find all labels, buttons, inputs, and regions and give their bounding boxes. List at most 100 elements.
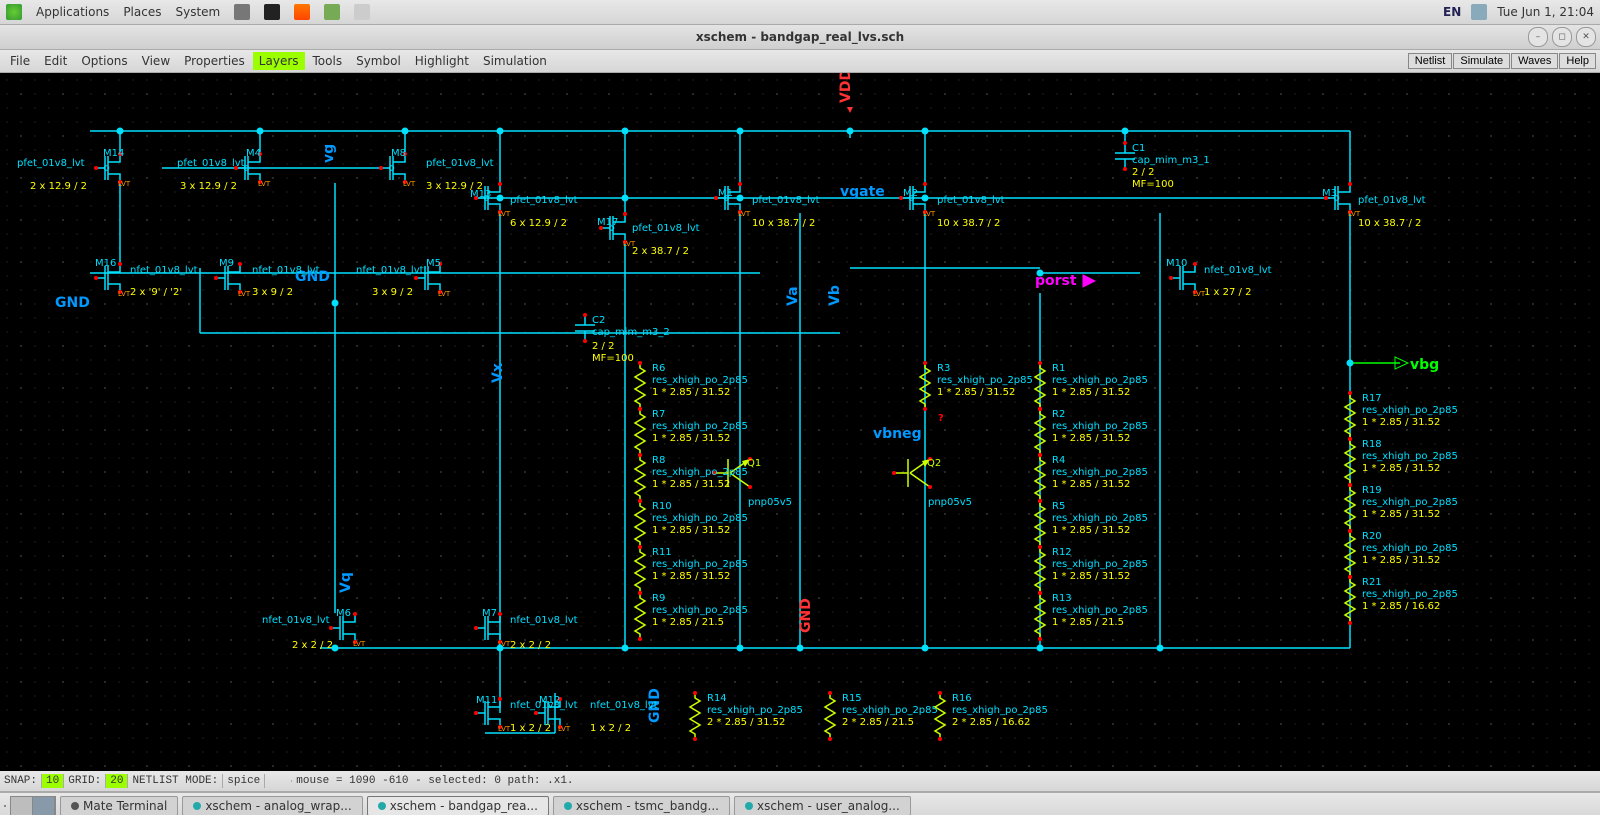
svg-text:1 * 2.85 / 31.52: 1 * 2.85 / 31.52	[1052, 571, 1130, 582]
panel-app-icon[interactable]	[234, 4, 250, 20]
netlist-button[interactable]: Netlist	[1408, 53, 1453, 69]
svg-text:res_xhigh_po_2p85: res_xhigh_po_2p85	[1052, 375, 1148, 386]
menu-simulation[interactable]: Simulation	[477, 52, 553, 70]
panel-app-icon[interactable]	[294, 4, 310, 20]
svg-text:res_xhigh_po_2p85: res_xhigh_po_2p85	[652, 421, 748, 432]
resistors[interactable]: R6res_xhigh_po_2p851 * 2.85 / 31.52 R7re…	[635, 361, 1458, 741]
svg-text:res_xhigh_po_2p85: res_xhigh_po_2p85	[937, 375, 1033, 386]
svg-text:nfet_01v8_lvt: nfet_01v8_lvt	[356, 265, 424, 276]
clock[interactable]: Tue Jun 1, 21:04	[1497, 5, 1594, 19]
panel-app-icon[interactable]	[264, 4, 280, 20]
simulate-button[interactable]: Simulate	[1453, 53, 1510, 69]
svg-text:2 x 38.7 / 2: 2 x 38.7 / 2	[632, 246, 689, 257]
svg-text:R19: R19	[1362, 485, 1382, 496]
svg-text:res_xhigh_po_2p85: res_xhigh_po_2p85	[652, 513, 748, 524]
menu-applications[interactable]: Applications	[36, 5, 109, 19]
svg-text:nfet_01v8_lvt: nfet_01v8_lvt	[130, 265, 198, 276]
svg-text:1 * 2.85 / 31.52: 1 * 2.85 / 31.52	[652, 433, 730, 444]
svg-text:pnp05v5: pnp05v5	[748, 497, 792, 508]
menu-system[interactable]: System	[175, 5, 220, 19]
svg-text:1 * 2.85 / 31.52: 1 * 2.85 / 31.52	[652, 571, 730, 582]
task-xschem4[interactable]: xschem - user_analog...	[734, 796, 911, 815]
menu-symbol[interactable]: Symbol	[350, 52, 407, 70]
svg-text:M6: M6	[336, 608, 351, 619]
svg-text:R20: R20	[1362, 531, 1382, 542]
svg-text:R6: R6	[652, 363, 665, 374]
svg-text:2 x '9' / '2': 2 x '9' / '2'	[130, 287, 182, 298]
menu-highlight[interactable]: Highlight	[409, 52, 475, 70]
menu-edit[interactable]: Edit	[38, 52, 73, 70]
svg-text:2 x 12.9 / 2: 2 x 12.9 / 2	[30, 181, 87, 192]
svg-text:2 * 2.85 / 21.5: 2 * 2.85 / 21.5	[842, 717, 914, 728]
menu-view[interactable]: View	[136, 52, 176, 70]
menu-file[interactable]: File	[4, 52, 36, 70]
schematic-svg[interactable]: LVT LVT VDD GND GND GND GND vg vgate Va …	[0, 73, 1600, 771]
maximize-icon[interactable]: ◻	[1552, 27, 1572, 47]
svg-text:Vq: Vq	[338, 572, 354, 593]
panel-app-icon[interactable]	[324, 4, 340, 20]
svg-text:10 x 38.7 / 2: 10 x 38.7 / 2	[937, 218, 1000, 229]
menu-properties[interactable]: Properties	[178, 52, 251, 70]
task-xschem3[interactable]: xschem - tsmc_bandg...	[553, 796, 730, 815]
svg-text:cap_mim_m3_1: cap_mim_m3_1	[1132, 155, 1210, 166]
task-terminal[interactable]: Mate Terminal	[60, 796, 178, 815]
help-button[interactable]: Help	[1559, 53, 1596, 69]
svg-text:R4: R4	[1052, 455, 1065, 466]
svg-text:res_xhigh_po_2p85: res_xhigh_po_2p85	[1052, 513, 1148, 524]
svg-text:1 * 2.85 / 31.52: 1 * 2.85 / 31.52	[1362, 463, 1440, 474]
launcher-icon[interactable]	[6, 4, 22, 20]
svg-text:3 x 9 / 2: 3 x 9 / 2	[252, 287, 293, 298]
minimize-icon[interactable]: –	[1528, 27, 1548, 47]
window-titlebar[interactable]: xschem - bandgap_real_lvs.sch – ◻ ✕	[0, 25, 1600, 50]
svg-text:pfet_01v8_lvt: pfet_01v8_lvt	[426, 158, 494, 169]
task-xschem1[interactable]: xschem - analog_wrap...	[182, 796, 362, 815]
svg-text:res_xhigh_po_2p85: res_xhigh_po_2p85	[952, 705, 1048, 716]
grid-value[interactable]: 20	[106, 774, 128, 788]
svg-text:vbneg: vbneg	[873, 426, 922, 442]
svg-text:R11: R11	[652, 547, 672, 558]
waves-button[interactable]: Waves	[1511, 53, 1558, 69]
svg-text:1 * 2.85 / 21.5: 1 * 2.85 / 21.5	[652, 617, 724, 628]
grid-label: GRID:	[64, 774, 106, 788]
svg-text:1 * 2.85 / 31.52: 1 * 2.85 / 31.52	[1052, 433, 1130, 444]
svg-text:GND: GND	[798, 598, 814, 633]
svg-text:M4: M4	[246, 148, 261, 159]
workspace-switcher[interactable]	[10, 796, 56, 815]
network-icon[interactable]	[1471, 4, 1487, 20]
menu-options[interactable]: Options	[75, 52, 133, 70]
svg-text:nfet_01v8_lvt: nfet_01v8_lvt	[262, 615, 330, 626]
menu-places[interactable]: Places	[123, 5, 161, 19]
menu-layers[interactable]: Layers	[253, 52, 305, 70]
svg-text:Q1: Q1	[747, 458, 761, 469]
svg-text:vbg: vbg	[1410, 357, 1439, 373]
mode-value[interactable]: spice	[223, 774, 265, 788]
svg-text:M1: M1	[718, 188, 733, 199]
svg-text:M2: M2	[903, 188, 918, 199]
svg-text:R16: R16	[952, 693, 972, 704]
panel-app-icon[interactable]	[354, 4, 370, 20]
xschem-icon	[193, 802, 201, 810]
snap-value[interactable]: 10	[42, 774, 64, 788]
svg-text:R12: R12	[1052, 547, 1072, 558]
svg-text:1 * 2.85 / 31.52: 1 * 2.85 / 31.52	[1052, 479, 1130, 490]
svg-text:10 x 38.7 / 2: 10 x 38.7 / 2	[752, 218, 815, 229]
svg-text:nfet_01v8_lvt: nfet_01v8_lvt	[510, 615, 578, 626]
svg-text:res_xhigh_po_2p85: res_xhigh_po_2p85	[1052, 421, 1148, 432]
close-icon[interactable]: ✕	[1576, 27, 1596, 47]
svg-text:R15: R15	[842, 693, 862, 704]
svg-text:M13: M13	[470, 189, 491, 200]
svg-text:R9: R9	[652, 593, 665, 604]
svg-text:pfet_01v8_lvt: pfet_01v8_lvt	[17, 158, 85, 169]
menu-tools[interactable]: Tools	[307, 52, 349, 70]
svg-text:R8: R8	[652, 455, 665, 466]
snap-label: SNAP:	[0, 774, 42, 788]
schematic-canvas[interactable]: LVT LVT VDD GND GND GND GND vg vgate Va …	[0, 73, 1600, 771]
svg-text:M5: M5	[426, 258, 441, 269]
task-xschem2[interactable]: xschem - bandgap_rea...	[367, 796, 549, 815]
lang-indicator[interactable]: EN	[1443, 5, 1461, 19]
svg-text:M11: M11	[476, 695, 497, 706]
svg-text:res_xhigh_po_2p85: res_xhigh_po_2p85	[1052, 467, 1148, 478]
svg-text:M17: M17	[597, 217, 618, 228]
show-desktop-icon[interactable]	[4, 805, 6, 807]
svg-text:1 * 2.85 / 31.52: 1 * 2.85 / 31.52	[652, 525, 730, 536]
